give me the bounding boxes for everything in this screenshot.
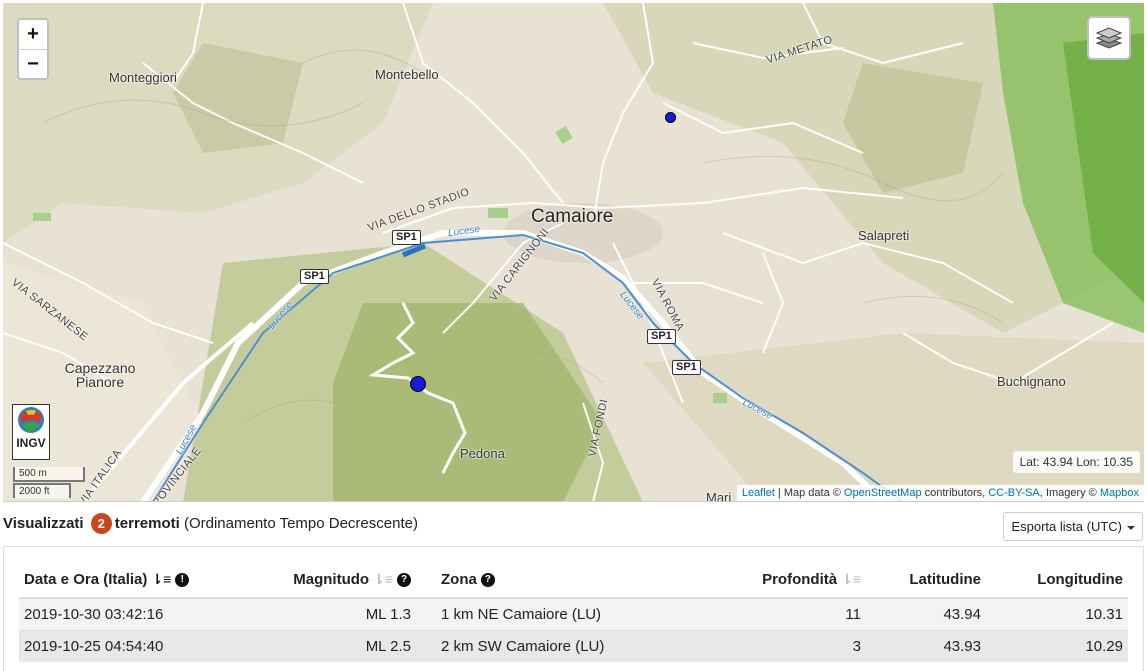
column-header-magnitude[interactable]: Magnitudo ⇂≡? bbox=[276, 562, 416, 599]
help-icon[interactable]: ? bbox=[397, 572, 411, 587]
scale-bar-metric: 500 m bbox=[13, 467, 85, 482]
earthquake-marker[interactable] bbox=[665, 112, 676, 123]
scale-bar-imperial: 2000 ft bbox=[13, 483, 71, 498]
cell-longitude: 10.29 bbox=[986, 629, 1128, 662]
chevron-down-icon bbox=[1127, 525, 1135, 530]
cell-zone: 2 km SW Camaiore (LU) bbox=[416, 629, 716, 662]
road-shield-sp1: SP1 bbox=[647, 329, 676, 344]
zoom-in-button[interactable]: + bbox=[19, 20, 47, 49]
export-list-button[interactable]: Esporta lista (UTC) bbox=[1003, 512, 1143, 541]
cell-latitude: 43.93 bbox=[866, 629, 986, 662]
mapbox-link[interactable]: Mapbox bbox=[1100, 487, 1139, 499]
map-view[interactable]: Monteggiori Montebello Camaiore Salapret… bbox=[3, 3, 1144, 502]
summary-noun: terremoti bbox=[114, 515, 180, 532]
table-row[interactable]: 2019-10-30 03:42:16 ML 1.3 1 km NE Camai… bbox=[19, 597, 1128, 630]
map-label-camaiore: Camaiore bbox=[531, 206, 614, 227]
map-label-salapreti: Salapreti bbox=[858, 228, 910, 243]
earthquake-table: Data e Ora (Italia) ⇂≡! Magnitudo ⇂≡? Zona… bbox=[19, 562, 1128, 662]
map-label-montebello: Montebello bbox=[375, 67, 439, 82]
info-icon[interactable]: ! bbox=[175, 572, 190, 587]
attribution-text: | Map data © bbox=[774, 487, 844, 499]
column-header-latitude[interactable]: Latitudine bbox=[866, 562, 986, 599]
attribution-text: contributors, bbox=[921, 487, 989, 499]
earthquake-table-panel: Data e Ora (Italia) ⇂≡! Magnitudo ⇂≡? Zona… bbox=[3, 546, 1144, 671]
column-header-longitude[interactable]: Longitudine bbox=[986, 562, 1128, 599]
attribution-text: , Imagery © bbox=[1039, 487, 1100, 499]
zoom-control: + − bbox=[17, 18, 49, 80]
osm-link[interactable]: OpenStreetMap bbox=[844, 487, 922, 499]
cell-magnitude: ML 1.3 bbox=[276, 597, 416, 630]
globe-icon bbox=[18, 407, 44, 433]
map-label-pedona: Pedona bbox=[460, 446, 505, 461]
road-shield-sp1: SP1 bbox=[392, 230, 421, 245]
ingv-logo-text: INGV bbox=[16, 436, 46, 450]
column-header-zone[interactable]: Zona? bbox=[416, 562, 716, 599]
table-row[interactable]: 2019-10-25 04:54:40 ML 2.5 2 km SW Camai… bbox=[19, 629, 1128, 662]
cell-datetime: 2019-10-30 03:42:16 bbox=[19, 597, 276, 630]
cell-depth: 11 bbox=[716, 597, 866, 630]
cell-zone: 1 km NE Camaiore (LU) bbox=[416, 597, 716, 630]
cell-longitude: 10.31 bbox=[986, 597, 1128, 630]
column-header-depth[interactable]: Profondità ⇂≡ bbox=[716, 562, 866, 599]
export-list-label: Esporta lista (UTC) bbox=[1011, 519, 1122, 534]
results-summary: Visualizzati 2 terremoti (Ordinamento Tem… bbox=[3, 513, 418, 534]
count-badge: 2 bbox=[90, 513, 112, 534]
license-link[interactable]: CC-BY-SA bbox=[988, 487, 1040, 499]
cell-magnitude: ML 2.5 bbox=[276, 629, 416, 662]
cell-datetime: 2019-10-25 04:54:40 bbox=[19, 629, 276, 662]
sort-icon[interactable]: ⇂≡ bbox=[841, 571, 861, 588]
road-shield-sp1: SP1 bbox=[300, 269, 329, 284]
map-label-monteggiori: Monteggiori bbox=[109, 70, 177, 85]
map-label-buchignano: Buchignano bbox=[997, 374, 1066, 389]
ordering-text: (Ordinamento Tempo Decrescente) bbox=[183, 515, 418, 532]
help-icon[interactable]: ? bbox=[480, 573, 495, 588]
zoom-out-button[interactable]: − bbox=[19, 49, 47, 78]
map-attribution: Leaflet | Map data © OpenStreetMap contr… bbox=[736, 485, 1144, 501]
leaflet-link[interactable]: Leaflet bbox=[742, 487, 775, 499]
column-header-datetime[interactable]: Data e Ora (Italia) ⇂≡! bbox=[19, 562, 276, 599]
sort-icon[interactable]: ⇂≡ bbox=[373, 571, 393, 588]
layers-button[interactable] bbox=[1087, 16, 1131, 60]
cell-latitude: 43.94 bbox=[866, 597, 986, 630]
sort-desc-icon[interactable]: ⇂≡ bbox=[151, 571, 171, 588]
map-label-mari: Mari bbox=[706, 490, 732, 502]
road-shield-sp1: SP1 bbox=[672, 360, 701, 375]
map-label-capezzano: Capezzano Pianore bbox=[64, 360, 136, 390]
earthquake-marker[interactable] bbox=[410, 376, 426, 392]
layers-icon bbox=[1095, 27, 1123, 49]
ingv-logo: INGV bbox=[12, 404, 50, 460]
cursor-coordinates: Lat: 43.94 Lon: 10.35 bbox=[1012, 451, 1140, 473]
summary-prefix: Visualizzati bbox=[3, 515, 84, 532]
cell-depth: 3 bbox=[716, 629, 866, 662]
